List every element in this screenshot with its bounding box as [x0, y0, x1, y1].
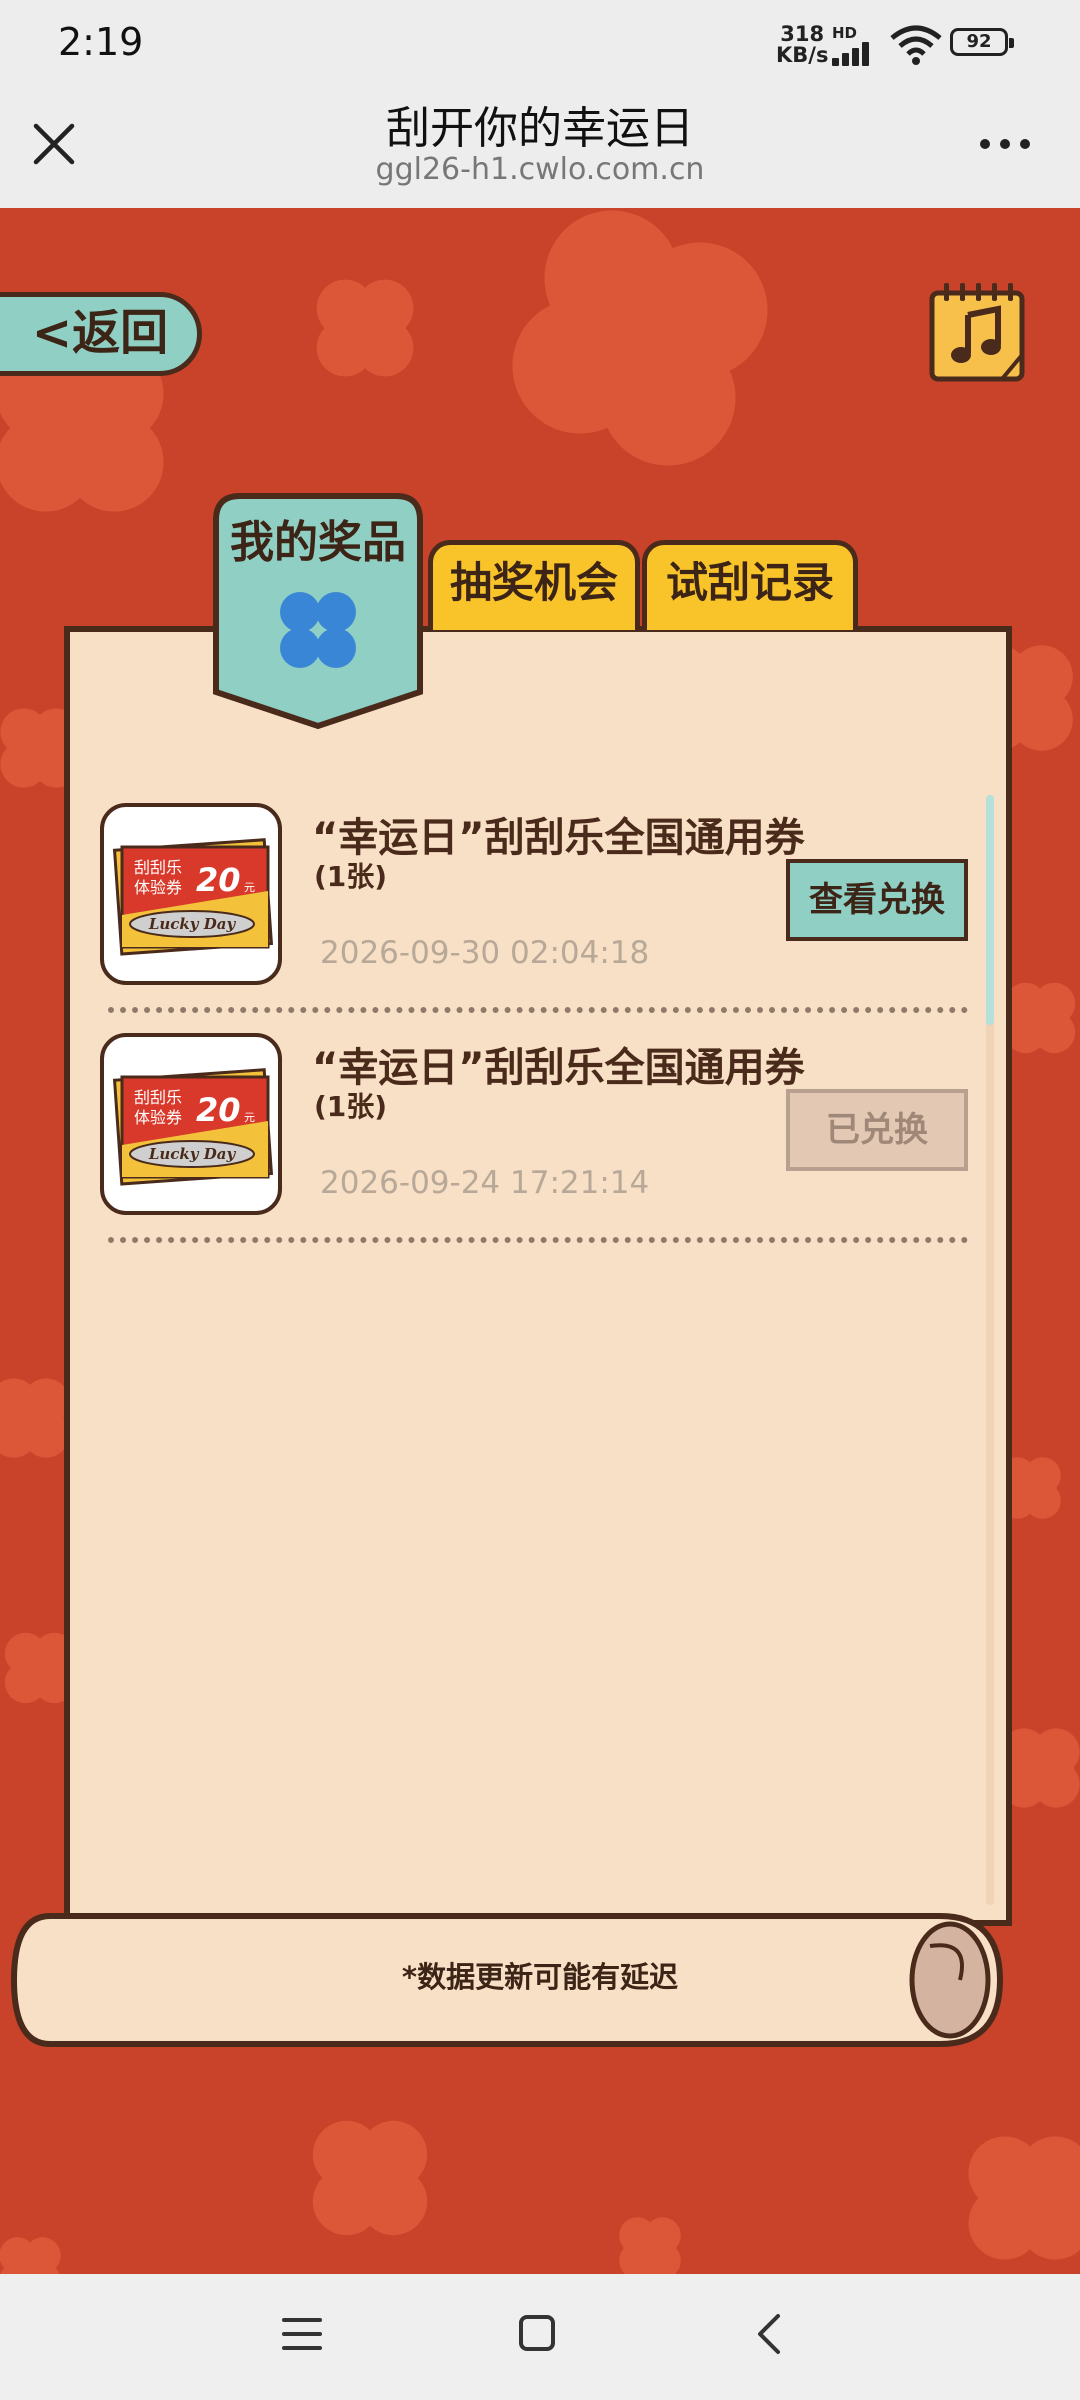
- status-time: 2:19: [58, 20, 144, 64]
- coupon-value: 20: [196, 1091, 241, 1129]
- row-divider: [108, 1237, 968, 1243]
- menu-icon[interactable]: [282, 2316, 322, 2352]
- network-speed-value: 318: [780, 22, 825, 46]
- network-speed-unit: KB/s: [776, 43, 829, 67]
- coupon-line1: 刮刮乐: [134, 1088, 182, 1107]
- tab-lottery-chances[interactable]: 抽奖机会: [428, 540, 640, 630]
- coupon-line2: 体验券: [134, 878, 182, 897]
- coupon-banner: Lucky Day: [148, 915, 237, 933]
- tab-scratch-records[interactable]: 试刮记录: [642, 540, 858, 630]
- tab-my-prizes-label: 我的奖品: [230, 517, 406, 568]
- prize-date: 2026-09-24 17:21:14: [320, 1165, 650, 1201]
- more-icon[interactable]: [975, 124, 1035, 164]
- redeemed-button[interactable]: 已兑换: [786, 1089, 968, 1171]
- prize-item: 刮刮乐 体验券 20 元 Lucky Day “幸运日”刮刮乐全国通用券 (1张…: [100, 1033, 980, 1248]
- coupon-line2: 体验券: [134, 1108, 182, 1127]
- footnote-text: *数据更新可能有延迟: [401, 1960, 679, 1994]
- wifi-icon: [890, 25, 942, 65]
- coupon-thumbnail: 刮刮乐 体验券 20 元 Lucky Day: [100, 1033, 282, 1215]
- network-speed: 318 KB/s: [776, 24, 828, 66]
- scrollbar-thumb[interactable]: [986, 795, 994, 1025]
- coupon-unit: 元: [244, 881, 255, 894]
- coupon-thumbnail: 刮刮乐 体验券 20 元 Lucky Day: [100, 803, 282, 985]
- view-redeem-button[interactable]: 查看兑换: [786, 859, 968, 941]
- home-icon[interactable]: [518, 2314, 556, 2352]
- coupon-value: 20: [196, 861, 241, 899]
- back-icon[interactable]: [752, 2312, 786, 2356]
- back-button[interactable]: <返回: [0, 292, 202, 376]
- coupon-image: 刮刮乐 体验券 20 元 Lucky Day: [112, 1068, 274, 1186]
- prize-quantity: (1张): [314, 1090, 388, 1123]
- page-url: ggl26-h1.cwlo.com.cn: [375, 152, 705, 187]
- prize-quantity: (1张): [314, 860, 388, 893]
- coupon-line1: 刮刮乐: [134, 858, 182, 877]
- prize-date: 2026-09-30 02:04:18: [320, 935, 650, 971]
- coupon-image: 刮刮乐 体验券 20 元 Lucky Day: [112, 838, 274, 956]
- coupon-unit: 元: [244, 1111, 255, 1124]
- row-divider: [108, 1007, 968, 1013]
- signal-icon: [832, 40, 876, 66]
- coupon-banner: Lucky Day: [148, 1145, 237, 1163]
- battery-icon: 92: [950, 28, 1014, 56]
- prize-item: 刮刮乐 体验券 20 元 Lucky Day “幸运日”刮刮乐全国通用券 (1张…: [100, 803, 980, 1018]
- music-note-icon[interactable]: [924, 275, 1030, 387]
- page-title: 刮开你的幸运日: [386, 103, 694, 154]
